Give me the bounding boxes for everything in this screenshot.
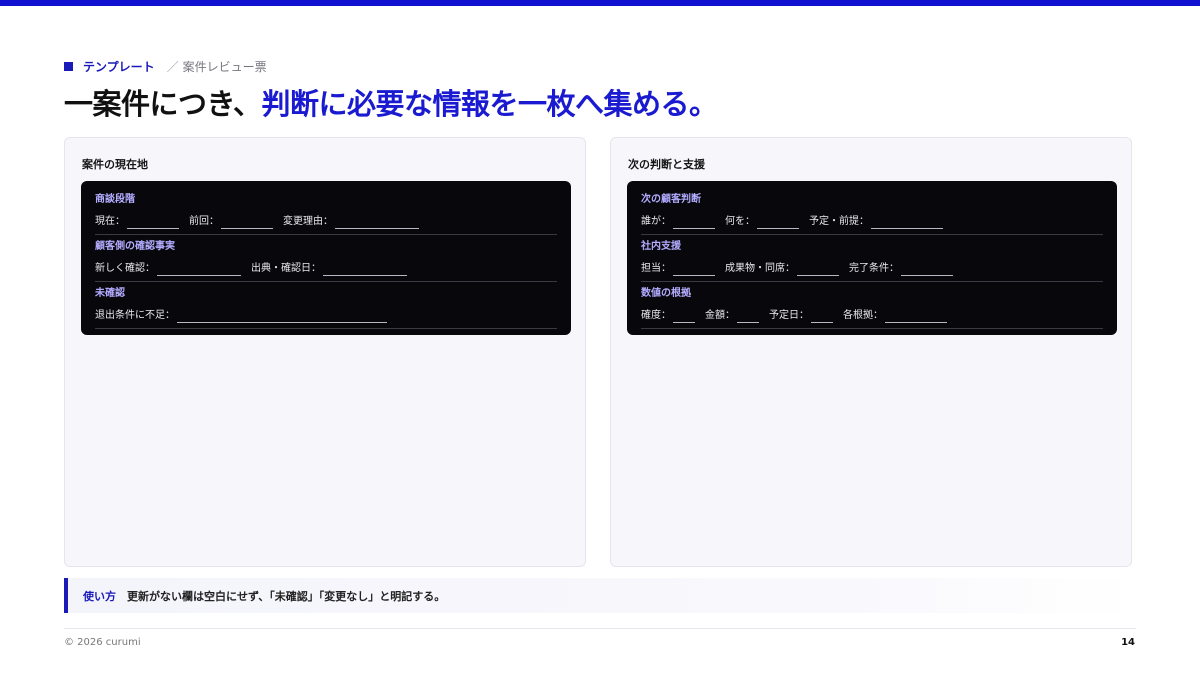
field-label: 誰が： bbox=[641, 216, 671, 227]
form-field[interactable]: 何を： bbox=[725, 215, 799, 229]
field-label: 変更理由： bbox=[283, 216, 333, 227]
form-field[interactable]: 各根拠： bbox=[843, 309, 947, 323]
field-blank[interactable] bbox=[871, 216, 943, 229]
field-label: 各根拠： bbox=[843, 310, 883, 321]
field-label: 前回： bbox=[189, 216, 219, 227]
form-field[interactable]: 予定・前提： bbox=[809, 215, 943, 229]
field-label: 新しく確認： bbox=[95, 263, 155, 274]
field-blank[interactable] bbox=[885, 310, 947, 323]
form-field[interactable]: 完了条件： bbox=[849, 262, 953, 276]
field-blank[interactable] bbox=[673, 263, 715, 276]
field-blank[interactable] bbox=[737, 310, 759, 323]
note-text: 更新がない欄は空白にせず、「未確認」「変更なし」と明記する。 bbox=[127, 589, 446, 603]
field-label: 確度： bbox=[641, 310, 671, 321]
section-title: 顧客側の確認事実 bbox=[95, 241, 175, 252]
field-row: 確度： 金額： 予定日： 各根拠： bbox=[641, 309, 1103, 323]
field-blank[interactable] bbox=[157, 263, 241, 276]
field-label: 完了条件： bbox=[849, 263, 899, 274]
form-field[interactable]: 予定日： bbox=[769, 309, 833, 323]
breadcrumb-separator: ／ bbox=[166, 59, 179, 74]
field-row: 新しく確認： 出典・確認日： bbox=[95, 262, 557, 276]
panel-title: 次の判断と支援 bbox=[628, 158, 705, 171]
section-title: 数値の根拠 bbox=[641, 288, 691, 299]
form-field[interactable]: 確度： bbox=[641, 309, 695, 323]
field-label: 成果物・同席： bbox=[725, 263, 795, 274]
note-label: 使い方 bbox=[83, 589, 116, 603]
field-blank[interactable] bbox=[673, 310, 695, 323]
form-field[interactable]: 退出条件に不足： bbox=[95, 309, 387, 323]
field-blank[interactable] bbox=[335, 216, 419, 229]
field-blank[interactable] bbox=[221, 216, 273, 229]
field-row: 退出条件に不足： bbox=[95, 309, 557, 323]
field-blank[interactable] bbox=[323, 263, 407, 276]
panel-title: 案件の現在地 bbox=[82, 158, 148, 171]
field-label: 金額： bbox=[705, 310, 735, 321]
form-section: 顧客側の確認事実 新しく確認： 出典・確認日： bbox=[95, 240, 557, 282]
form-section: 未確認 退出条件に不足： bbox=[95, 287, 557, 329]
form-field[interactable]: 新しく確認： bbox=[95, 262, 241, 276]
field-label: 退出条件に不足： bbox=[95, 310, 175, 321]
form-section: 社内支援 担当： 成果物・同席： 完了条件： bbox=[641, 240, 1103, 282]
field-label: 担当： bbox=[641, 263, 671, 274]
section-title: 未確認 bbox=[95, 288, 125, 299]
copyright: © 2026 curumi bbox=[64, 637, 141, 648]
title-prefix: 一案件につき、 bbox=[64, 87, 262, 121]
field-label: 出典・確認日： bbox=[251, 263, 321, 274]
form-card: 商談段階 現在： 前回： 変更理由： 顧客側の確認事実 新しく確認： 出典・確認… bbox=[81, 181, 571, 335]
form-section: 次の顧客判断 誰が： 何を： 予定・前提： bbox=[641, 193, 1103, 235]
field-label: 現在： bbox=[95, 216, 125, 227]
form-field[interactable]: 変更理由： bbox=[283, 215, 419, 229]
top-accent-bar bbox=[0, 0, 1200, 6]
field-blank[interactable] bbox=[901, 263, 953, 276]
section-title: 次の顧客判断 bbox=[641, 194, 701, 205]
form-section: 商談段階 現在： 前回： 変更理由： bbox=[95, 193, 557, 235]
field-blank[interactable] bbox=[757, 216, 799, 229]
form-field[interactable]: 前回： bbox=[189, 215, 273, 229]
field-blank[interactable] bbox=[797, 263, 839, 276]
section-title: 商談段階 bbox=[95, 194, 135, 205]
field-blank[interactable] bbox=[673, 216, 715, 229]
next-decision-panel: 次の判断と支援 次の顧客判断 誰が： 何を： 予定・前提： 社内支援 担当： 成… bbox=[610, 137, 1132, 567]
breadcrumb-category: テンプレート bbox=[83, 59, 155, 74]
usage-note: 使い方 更新がない欄は空白にせず、「未確認」「変更なし」と明記する。 bbox=[64, 578, 1136, 613]
form-section: 数値の根拠 確度： 金額： 予定日： 各根拠： bbox=[641, 287, 1103, 329]
field-blank[interactable] bbox=[177, 310, 387, 323]
field-row: 現在： 前回： 変更理由： bbox=[95, 215, 557, 229]
breadcrumb-page: 案件レビュー票 bbox=[182, 59, 267, 74]
footer-divider bbox=[64, 628, 1136, 629]
form-field[interactable]: 成果物・同席： bbox=[725, 262, 839, 276]
form-card: 次の顧客判断 誰が： 何を： 予定・前提： 社内支援 担当： 成果物・同席： 完… bbox=[627, 181, 1117, 335]
form-field[interactable]: 出典・確認日： bbox=[251, 262, 407, 276]
square-bullet-icon bbox=[64, 61, 73, 71]
field-row: 誰が： 何を： 予定・前提： bbox=[641, 215, 1103, 229]
form-field[interactable]: 担当： bbox=[641, 262, 715, 276]
form-field[interactable]: 現在： bbox=[95, 215, 179, 229]
title-accent: 判断に必要な情報を一枚へ集める。 bbox=[261, 87, 718, 121]
field-label: 予定日： bbox=[769, 310, 809, 321]
field-blank[interactable] bbox=[127, 216, 179, 229]
form-field[interactable]: 誰が： bbox=[641, 215, 715, 229]
breadcrumb: テンプレート ／ 案件レビュー票 bbox=[64, 58, 267, 74]
current-status-panel: 案件の現在地 商談段階 現在： 前回： 変更理由： 顧客側の確認事実 新しく確認… bbox=[64, 137, 586, 567]
field-label: 何を： bbox=[725, 216, 755, 227]
field-blank[interactable] bbox=[811, 310, 833, 323]
page-number: 14 bbox=[1121, 637, 1135, 648]
page-title: 一案件につき、判断に必要な情報を一枚へ集める。 bbox=[64, 82, 718, 126]
field-row: 担当： 成果物・同席： 完了条件： bbox=[641, 262, 1103, 276]
field-label: 予定・前提： bbox=[809, 216, 869, 227]
form-field[interactable]: 金額： bbox=[705, 309, 759, 323]
section-title: 社内支援 bbox=[641, 241, 681, 252]
